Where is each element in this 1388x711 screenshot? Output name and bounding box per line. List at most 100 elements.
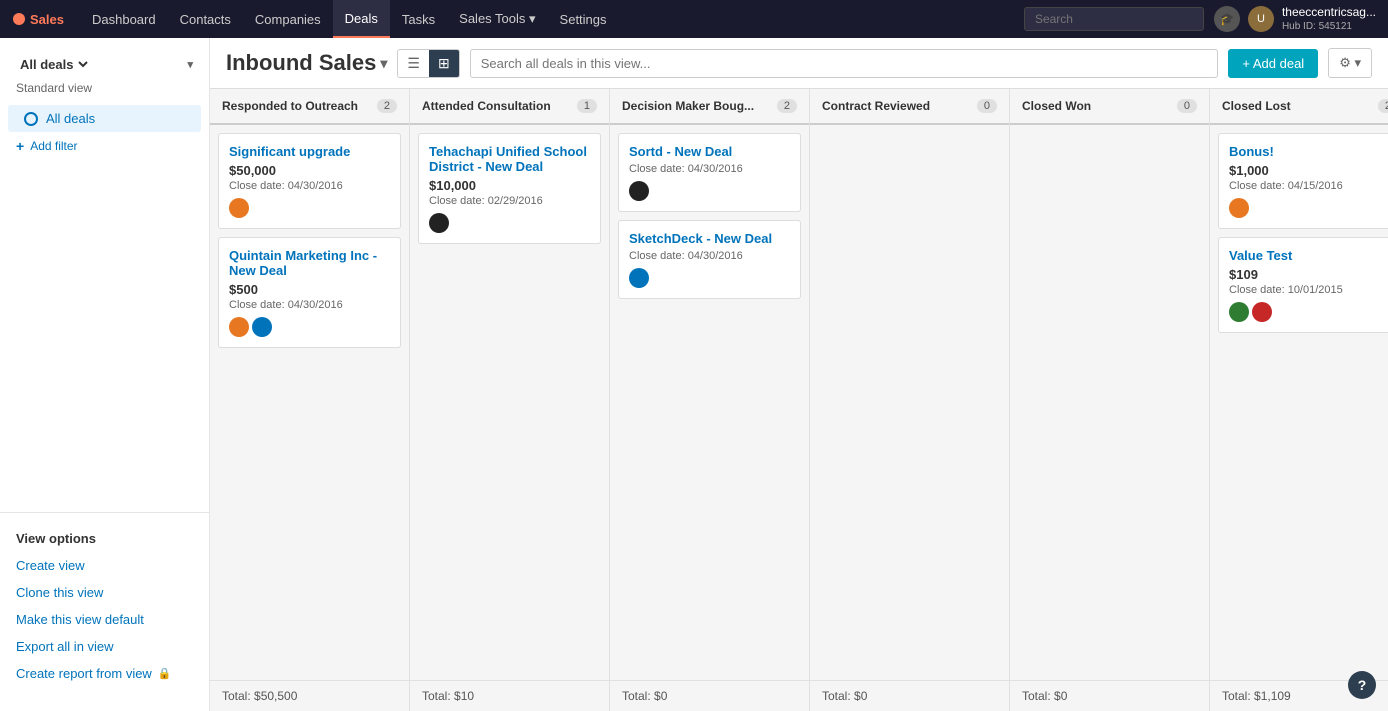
kanban-board: Responded to Outreach 2 Significant upgr… <box>210 89 1388 711</box>
make-default-view-item[interactable]: Make this view default <box>0 606 209 633</box>
deal-card[interactable]: Quintain Marketing Inc - New Deal $500 C… <box>218 237 401 348</box>
export-all-label: Export all in view <box>16 639 114 654</box>
deal-name[interactable]: Value Test <box>1229 248 1388 263</box>
nav-contacts[interactable]: Contacts <box>168 0 243 38</box>
sidebar-item-all-deals[interactable]: All deals <box>8 105 201 132</box>
col-footer-closed_won: Total: $0 <box>1010 680 1209 711</box>
col-title-responded: Responded to Outreach <box>222 99 358 113</box>
deal-amount: $10,000 <box>429 178 590 193</box>
export-all-item[interactable]: Export all in view <box>0 633 209 660</box>
col-body-responded: Significant upgrade $50,000 Close date: … <box>210 125 409 680</box>
deal-card[interactable]: Significant upgrade $50,000 Close date: … <box>218 133 401 229</box>
page-title-chevron-icon: ▾ <box>380 55 387 72</box>
help-nav-icon[interactable]: 🎓 <box>1214 6 1240 32</box>
deal-card[interactable]: Value Test $109 Close date: 10/01/2015 <box>1218 237 1388 333</box>
view-options-section: View options Create view Clone this view… <box>0 512 209 699</box>
deal-card[interactable]: Bonus! $1,000 Close date: 04/15/2016 <box>1218 133 1388 229</box>
list-view-button[interactable]: ☰ <box>398 50 429 77</box>
create-report-label: Create report from view <box>16 666 152 681</box>
user-info: theeccentricsag... Hub ID: 545121 <box>1282 5 1376 34</box>
deal-avatar-1 <box>1252 302 1272 322</box>
deal-name[interactable]: Sortd - New Deal <box>629 144 790 159</box>
col-header-closed_lost: Closed Lost 2 <box>1210 89 1388 125</box>
column-attended: Attended Consultation 1 Tehachapi Unifie… <box>410 89 610 711</box>
deal-name[interactable]: Significant upgrade <box>229 144 390 159</box>
help-button[interactable]: ? <box>1348 671 1376 699</box>
view-dropdown[interactable]: All deals My deals <box>16 56 91 73</box>
deal-avatars <box>429 213 590 233</box>
col-body-closed_lost: Bonus! $1,000 Close date: 04/15/2016 Val… <box>1210 125 1388 680</box>
sidebar: All deals My deals ▾ Standard view All d… <box>0 38 210 711</box>
deal-avatar-0 <box>229 317 249 337</box>
add-deal-button[interactable]: + Add deal <box>1228 49 1318 78</box>
col-count-closed_lost: 2 <box>1378 99 1388 113</box>
clone-view-item[interactable]: Clone this view <box>0 579 209 606</box>
all-deals-dot-icon <box>24 112 38 126</box>
deal-avatar-0 <box>1229 198 1249 218</box>
deal-date: Close date: 04/30/2016 <box>629 163 790 175</box>
sidebar-all-deals-label: All deals <box>46 111 95 126</box>
col-footer-attended: Total: $10 <box>410 680 609 711</box>
deal-name[interactable]: Tehachapi Unified School District - New … <box>429 144 590 174</box>
view-toggle: ☰ ⊞ <box>397 49 459 78</box>
deal-card[interactable]: Sortd - New Deal Close date: 04/30/2016 <box>618 133 801 212</box>
col-count-responded: 2 <box>377 99 397 113</box>
deal-avatars <box>629 181 790 201</box>
nav-sales-tools[interactable]: Sales Tools ▾ <box>447 0 547 38</box>
nav-settings[interactable]: Settings <box>548 0 619 38</box>
nav-dashboard[interactable]: Dashboard <box>80 0 168 38</box>
add-filter-button[interactable]: + Add filter <box>0 132 209 160</box>
add-filter-label: Add filter <box>30 139 77 153</box>
make-default-label: Make this view default <box>16 612 144 627</box>
nav-tasks[interactable]: Tasks <box>390 0 447 38</box>
create-view-label: Create view <box>16 558 85 573</box>
deal-avatar-0 <box>229 198 249 218</box>
toolbar: Inbound Sales ▾ ☰ ⊞ + Add deal ⚙ ▾ <box>210 38 1388 89</box>
deal-name[interactable]: SketchDeck - New Deal <box>629 231 790 246</box>
deal-date: Close date: 10/01/2015 <box>1229 284 1388 296</box>
col-count-attended: 1 <box>577 99 597 113</box>
column-responded: Responded to Outreach 2 Significant upgr… <box>210 89 410 711</box>
brand-name: Sales <box>30 12 64 27</box>
create-report-item[interactable]: Create report from view 🔒 <box>0 660 209 687</box>
nav-companies[interactable]: Companies <box>243 0 333 38</box>
deal-amount: $500 <box>229 282 390 297</box>
deal-name[interactable]: Quintain Marketing Inc - New Deal <box>229 248 390 278</box>
page-title[interactable]: Inbound Sales ▾ <box>226 50 387 76</box>
col-body-contract <box>810 125 1009 680</box>
global-search-input[interactable] <box>1024 7 1204 31</box>
deal-avatars <box>1229 302 1388 322</box>
col-title-attended: Attended Consultation <box>422 99 551 113</box>
deal-card[interactable]: Tehachapi Unified School District - New … <box>418 133 601 244</box>
deal-card[interactable]: SketchDeck - New Deal Close date: 04/30/… <box>618 220 801 299</box>
deal-avatars <box>629 268 790 288</box>
col-title-closed_won: Closed Won <box>1022 99 1091 113</box>
col-footer-responded: Total: $50,500 <box>210 680 409 711</box>
nav-deals[interactable]: Deals <box>333 0 390 38</box>
col-body-closed_won <box>1010 125 1209 680</box>
col-count-closed_won: 0 <box>1177 99 1197 113</box>
user-avatar[interactable]: U <box>1248 6 1274 32</box>
deal-avatar-1 <box>252 317 272 337</box>
deal-avatar-0 <box>629 181 649 201</box>
col-header-responded: Responded to Outreach 2 <box>210 89 409 125</box>
deal-search-input[interactable] <box>470 49 1219 78</box>
deal-avatars <box>1229 198 1388 218</box>
deal-avatar-0 <box>429 213 449 233</box>
column-decision: Decision Maker Boug... 2 Sortd - New Dea… <box>610 89 810 711</box>
chevron-icon: ▾ <box>187 58 193 71</box>
settings-button[interactable]: ⚙ ▾ <box>1328 48 1372 78</box>
col-header-contract: Contract Reviewed 0 <box>810 89 1009 125</box>
deal-avatar-0 <box>629 268 649 288</box>
deal-date: Close date: 02/29/2016 <box>429 195 590 207</box>
col-footer-decision: Total: $0 <box>610 680 809 711</box>
deal-name[interactable]: Bonus! <box>1229 144 1388 159</box>
nav-right: 🎓 U theeccentricsag... Hub ID: 545121 <box>1214 5 1376 34</box>
deal-avatars <box>229 198 390 218</box>
app-body: All deals My deals ▾ Standard view All d… <box>0 38 1388 711</box>
brand-logo: Sales <box>12 12 64 27</box>
sidebar-header: All deals My deals ▾ <box>0 50 209 79</box>
board-view-button[interactable]: ⊞ <box>429 50 459 77</box>
create-view-item[interactable]: Create view <box>0 552 209 579</box>
sidebar-sub-label: Standard view <box>0 79 209 105</box>
